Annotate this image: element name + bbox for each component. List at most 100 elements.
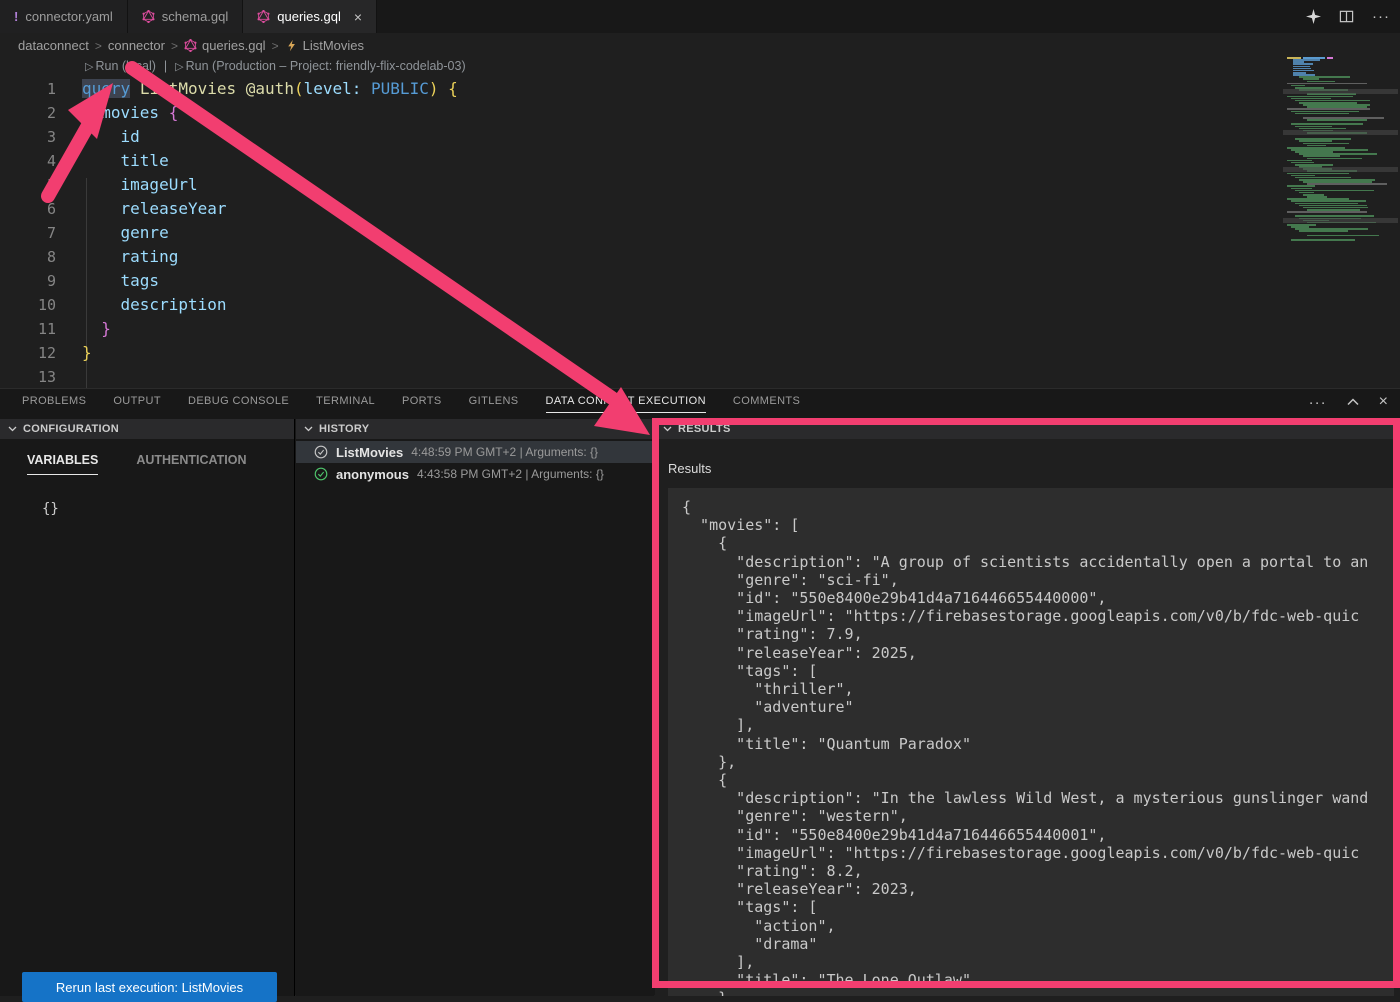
token: [361, 79, 371, 98]
token: [236, 79, 246, 98]
line-number: 3: [0, 125, 56, 149]
json-line: "description": "A group of scientists ac…: [682, 553, 1380, 571]
json-line: "drama": [682, 935, 1380, 953]
code-line-1[interactable]: 1query ListMovies @auth(level: PUBLIC) {: [0, 77, 1400, 101]
panel-tab-data-connect-execution[interactable]: DATA CONNECT EXECUTION: [546, 395, 706, 413]
json-line: {: [682, 534, 1380, 552]
code-text: tags: [82, 269, 159, 293]
breadcrumb: dataconnect>connector>queries.gql>ListMo…: [0, 33, 1400, 58]
line-number: 9: [0, 269, 56, 293]
code-line-10[interactable]: 10 description: [0, 293, 1400, 317]
token: [82, 223, 121, 242]
token: movies: [101, 103, 159, 122]
split-editor-icon[interactable]: [1339, 9, 1354, 24]
line-number: 4: [0, 149, 56, 173]
panel-tab-terminal[interactable]: TERMINAL: [316, 395, 375, 413]
code-line-3[interactable]: 3 id: [0, 125, 1400, 149]
variables-value[interactable]: {}: [42, 501, 294, 517]
rerun-last-execution-button[interactable]: Rerun last execution: ListMovies: [22, 972, 277, 1002]
token: [82, 199, 121, 218]
minimap-highlight: [1283, 167, 1398, 172]
token: {: [169, 103, 179, 122]
close-icon[interactable]: ×: [354, 10, 362, 24]
code-line-13[interactable]: 13: [0, 365, 1400, 388]
code-line-5[interactable]: 5 imageUrl: [0, 173, 1400, 197]
panel-close-icon[interactable]: ×: [1379, 393, 1388, 411]
check-circle-icon: [314, 445, 328, 459]
line-number: 13: [0, 365, 56, 388]
code-text: description: [82, 293, 227, 317]
panel-tab-problems[interactable]: PROBLEMS: [22, 395, 86, 413]
code-editor[interactable]: 1query ListMovies @auth(level: PUBLIC) {…: [0, 77, 1400, 388]
run-local-codelens[interactable]: ▷Run (local): [85, 59, 156, 73]
history-item-anonymous[interactable]: anonymous4:43:58 PM GMT+2 | Arguments: {…: [296, 463, 654, 485]
code-text: query ListMovies @auth(level: PUBLIC) {: [82, 77, 458, 101]
more-actions-icon[interactable]: ···: [1372, 8, 1390, 25]
code-line-8[interactable]: 8 rating: [0, 245, 1400, 269]
history-list: ListMovies4:48:59 PM GMT+2 | Arguments: …: [296, 441, 654, 485]
run-production-codelens[interactable]: ▷Run (Production – Project: friendly-fli…: [175, 59, 465, 73]
token: query: [82, 79, 130, 98]
json-line: "tags": [: [682, 662, 1380, 680]
code-line-11[interactable]: 11 }: [0, 317, 1400, 341]
code-line-12[interactable]: 12}: [0, 341, 1400, 365]
breadcrumb-item-queries.gql[interactable]: queries.gql: [184, 38, 266, 53]
history-item-ListMovies[interactable]: ListMovies4:48:59 PM GMT+2 | Arguments: …: [296, 441, 654, 463]
panel-tab-comments[interactable]: COMMENTS: [733, 395, 800, 413]
json-line: "tags": [: [682, 898, 1380, 916]
line-number: 6: [0, 197, 56, 221]
code-text: title: [82, 149, 169, 173]
breadcrumb-separator: >: [272, 39, 279, 53]
panel-tab-output[interactable]: OUTPUT: [113, 395, 161, 413]
json-line: "description": "In the lawless Wild West…: [682, 789, 1380, 807]
configuration-section: CONFIGURATION VARIABLES AUTHENTICATION {}: [0, 419, 295, 996]
code-line-7[interactable]: 7 genre: [0, 221, 1400, 245]
sparkle-icon[interactable]: [1306, 9, 1321, 24]
token: releaseYear: [121, 199, 227, 218]
code-line-4[interactable]: 4 title: [0, 149, 1400, 173]
tab-connector.yaml[interactable]: !connector.yaml: [0, 0, 128, 33]
panel-tab-ports[interactable]: PORTS: [402, 395, 442, 413]
config-tab-authentication[interactable]: AUTHENTICATION: [136, 453, 246, 475]
json-line: },: [682, 753, 1380, 771]
check-circle-icon: [314, 467, 328, 481]
play-icon: ▷: [85, 61, 93, 73]
breadcrumb-label: ListMovies: [303, 38, 364, 53]
results-header[interactable]: RESULTS: [655, 419, 1400, 439]
breadcrumb-item-dataconnect[interactable]: dataconnect: [18, 38, 89, 53]
line-number: 5: [0, 173, 56, 197]
panel-more-icon[interactable]: ···: [1309, 394, 1327, 411]
history-item-name: ListMovies: [336, 445, 403, 460]
json-line: "rating": 7.9,: [682, 625, 1380, 643]
config-tab-variables[interactable]: VARIABLES: [27, 453, 98, 475]
history-header[interactable]: HISTORY: [296, 419, 654, 439]
code-line-6[interactable]: 6 releaseYear: [0, 197, 1400, 221]
code-text: releaseYear: [82, 197, 227, 221]
panel-tab-gitlens[interactable]: GITLENS: [469, 395, 519, 413]
panel-maximize-icon[interactable]: [1347, 398, 1359, 406]
token: imageUrl: [121, 175, 198, 194]
json-line: "thriller",: [682, 680, 1380, 698]
breadcrumb-item-connector[interactable]: connector: [108, 38, 165, 53]
results-label: Results: [668, 461, 1400, 476]
tab-queries.gql[interactable]: queries.gql×: [243, 0, 377, 33]
token: tags: [121, 271, 160, 290]
breadcrumb-separator: >: [95, 39, 102, 53]
code-line-9[interactable]: 9 tags: [0, 269, 1400, 293]
code-line-2[interactable]: 2 movies {: [0, 101, 1400, 125]
results-section: RESULTS Results { "movies": [ { "descrip…: [655, 419, 1400, 996]
tab-schema.gql[interactable]: schema.gql: [128, 0, 243, 33]
panel-tab-debug-console[interactable]: DEBUG CONSOLE: [188, 395, 289, 413]
json-line: {: [682, 771, 1380, 789]
results-json-output[interactable]: { "movies": [ { "description": "A group …: [668, 488, 1394, 996]
json-line: },: [682, 989, 1380, 996]
json-line: {: [682, 498, 1380, 516]
configuration-header[interactable]: CONFIGURATION: [0, 419, 294, 439]
minimap[interactable]: [1283, 57, 1398, 242]
token: [82, 103, 101, 122]
breadcrumb-item-ListMovies[interactable]: ListMovies: [285, 38, 364, 53]
line-number: 7: [0, 221, 56, 245]
token: (: [294, 79, 304, 98]
history-item-meta: 4:43:58 PM GMT+2 | Arguments: {}: [417, 467, 604, 481]
codelens-separator: |: [164, 59, 167, 73]
